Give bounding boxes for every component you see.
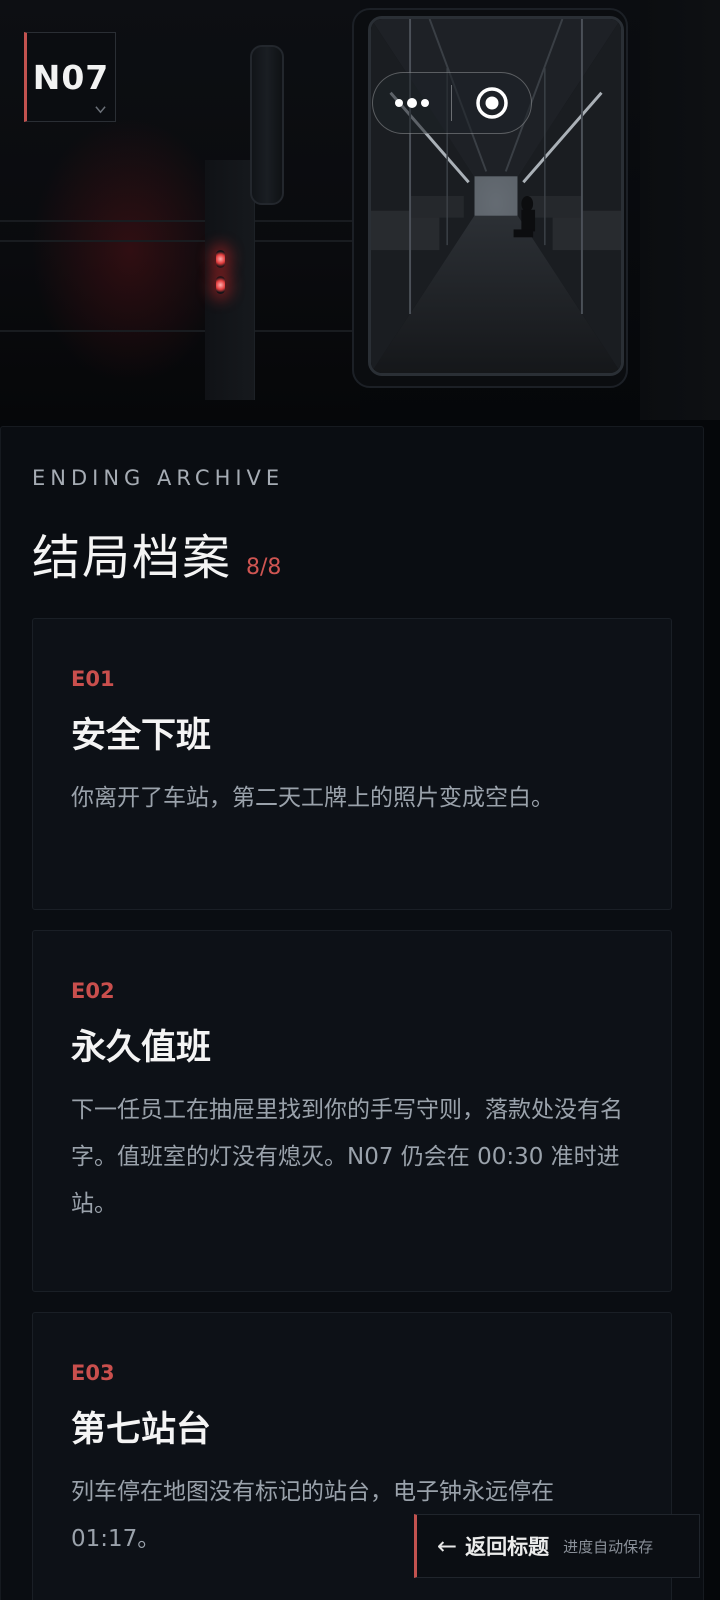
- target-circle-icon: [475, 87, 508, 119]
- miniapp-capsule: [372, 72, 532, 134]
- page-title: 结局档案: [32, 530, 233, 586]
- more-button[interactable]: [373, 73, 451, 133]
- unlock-count-badge: 8/8: [246, 555, 282, 580]
- logo-text: N07: [32, 57, 110, 97]
- close-miniapp-button[interactable]: [452, 73, 531, 133]
- train-side-panel: [205, 160, 255, 400]
- ending-code: E02: [71, 979, 115, 1003]
- arrow-left-icon: ←: [437, 1532, 458, 1560]
- ending-description: 下一任员工在抽屉里找到你的手写守则，落款处没有名字。值班室的灯没有熄灭。N07 …: [71, 1097, 623, 1217]
- carriage-window-image: [368, 16, 624, 376]
- archive-title-row: 结局档案 8/8: [32, 518, 281, 588]
- ending-title: 第七站台: [71, 1410, 212, 1450]
- more-dots-icon: [395, 98, 429, 108]
- archive-eyebrow: ENDING ARCHIVE: [32, 466, 285, 490]
- ending-card[interactable]: E01 安全下班 你离开了车站，第二天工牌上的照片变成空白。: [32, 618, 672, 910]
- chevron-down-icon: [95, 106, 106, 114]
- app-root: N07 ENDING ARCHIVE 结局档案 8/8 E01 安全下班 你离开…: [0, 0, 720, 1600]
- ending-title: 永久值班: [71, 1028, 212, 1068]
- logo-badge[interactable]: N07: [24, 32, 116, 122]
- autosave-hint: 进度自动保存: [563, 1537, 654, 1556]
- back-to-title-button[interactable]: ← 返回标题 进度自动保存: [414, 1514, 700, 1578]
- hero-banner: N07: [0, 0, 720, 420]
- red-signal-light: [216, 250, 225, 268]
- ending-code: E03: [71, 1361, 115, 1385]
- red-signal-light: [216, 276, 225, 294]
- ending-card[interactable]: E02 永久值班 下一任员工在抽屉里找到你的手写守则，落款处没有名字。值班室的灯…: [32, 930, 672, 1292]
- back-to-title-label: 返回标题: [465, 1535, 550, 1559]
- ending-code: E01: [71, 667, 115, 691]
- ending-title: 安全下班: [71, 716, 212, 756]
- train-side-window: [250, 45, 284, 205]
- ending-description: 你离开了车站，第二天工牌上的照片变成空白。: [71, 785, 554, 811]
